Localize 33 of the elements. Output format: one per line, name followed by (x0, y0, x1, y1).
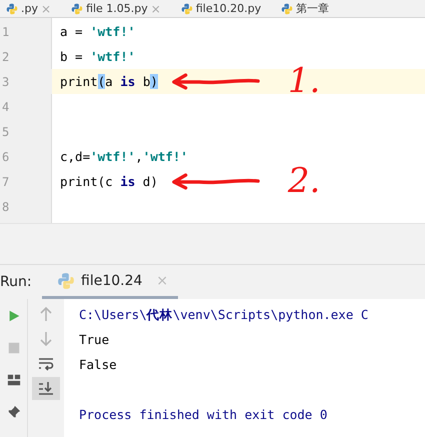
console-line: C:\Users\代林\venv\Scripts\python.exe C (79, 306, 368, 324)
line-number: 5 (2, 124, 10, 138)
line-number: 6 (2, 150, 10, 164)
line-number: 8 (2, 200, 10, 214)
code-line: c,d='wtf!','wtf!' (60, 149, 188, 164)
line-number: 3 (2, 74, 10, 88)
annotation-number: 2. (288, 169, 320, 194)
scroll-to-end-icon[interactable] (32, 377, 60, 400)
layout-icon[interactable] (6, 373, 20, 387)
python-icon (71, 2, 84, 14)
annotation-number: 1. (288, 69, 320, 94)
console-line: False (79, 356, 118, 374)
editor-tab[interactable]: file10.20.py (196, 2, 262, 16)
tab-label: file10.24 (81, 272, 142, 288)
code-line: print(a is b) (60, 74, 158, 89)
line-number: 7 (2, 174, 10, 188)
python-icon (281, 2, 294, 14)
line-number: 1 (2, 24, 10, 38)
console-line: True (79, 331, 110, 349)
console-line: Process finished with exit code 0 (79, 406, 328, 424)
python-icon (57, 272, 75, 290)
code-line: print(c is d) (60, 174, 158, 189)
line-number: 4 (2, 100, 10, 114)
editor-tab[interactable]: 第一章 (296, 2, 330, 16)
python-icon (6, 2, 18, 14)
run-label: Run: (0, 274, 33, 290)
pin-icon[interactable] (6, 405, 20, 419)
code-line: b = 'wtf!' (60, 49, 136, 64)
editor-tab[interactable]: .py (21, 2, 38, 16)
code-line: a = 'wtf!' (60, 24, 136, 39)
line-number: 2 (2, 50, 10, 64)
editor-tab[interactable]: file 1.05.py (86, 2, 148, 16)
python-icon (180, 2, 193, 14)
